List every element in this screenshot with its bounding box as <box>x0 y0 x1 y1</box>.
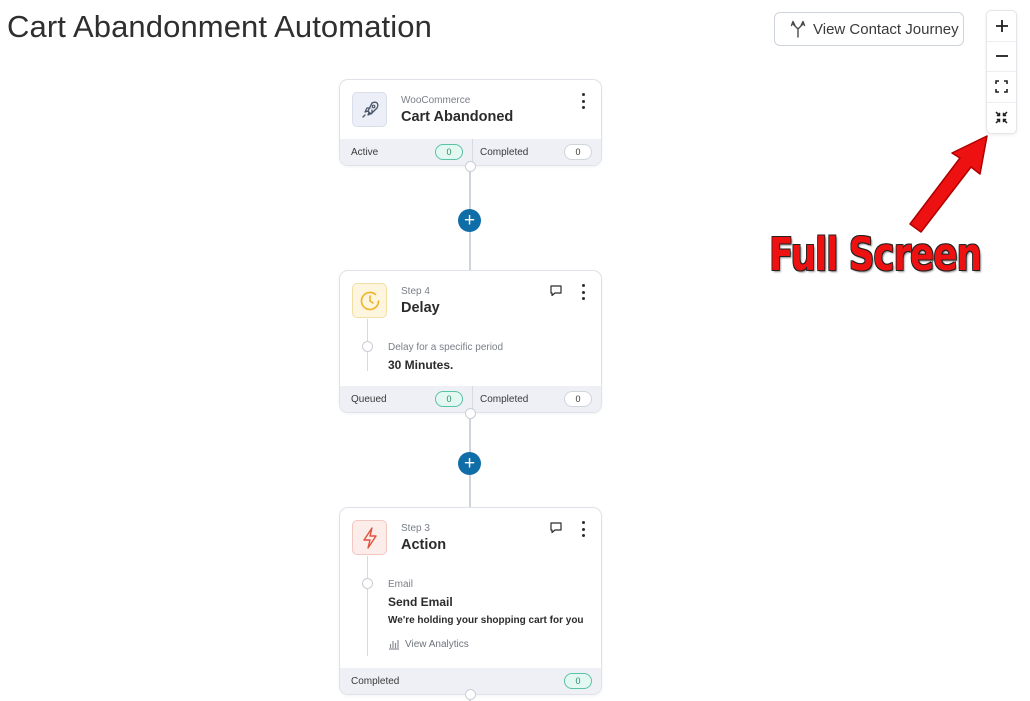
stat-completed: Completed 0 <box>472 139 601 165</box>
annotation-arrow <box>909 135 988 233</box>
action-channel-label: Email <box>388 579 414 590</box>
action-step-label: Step 3 <box>401 523 430 534</box>
connector-dot <box>465 161 476 172</box>
trigger-node[interactable]: WooCommerce Cart Abandoned Active 0 Comp… <box>339 79 602 166</box>
collapse-icon <box>995 111 1008 124</box>
delay-icon-box <box>352 283 387 318</box>
delay-step-label: Step 4 <box>401 286 430 297</box>
stat-count-badge[interactable]: 0 <box>564 673 592 689</box>
connector-dot <box>465 689 476 700</box>
more-options-icon[interactable] <box>579 521 587 537</box>
view-analytics-label: View Analytics <box>405 638 469 650</box>
stat-label: Completed <box>351 675 400 687</box>
stat-label: Completed <box>480 393 529 405</box>
annotation-label: Full Screen <box>769 228 982 281</box>
bolt-icon <box>362 526 377 549</box>
add-step-button[interactable]: + <box>458 452 481 475</box>
add-step-button[interactable]: + <box>458 209 481 232</box>
view-contact-journey-label: View Contact Journey <box>813 20 959 38</box>
zoom-out-button[interactable] <box>987 42 1016 72</box>
minus-icon <box>995 55 1008 58</box>
connector-dot <box>465 408 476 419</box>
plus-icon <box>995 19 1008 32</box>
delay-title: Delay <box>401 300 440 316</box>
trigger-icon-box <box>352 92 387 127</box>
rocket-icon <box>361 101 378 118</box>
action-title: Action <box>401 537 447 553</box>
stat-active: Active 0 <box>340 139 472 165</box>
comment-icon[interactable] <box>549 284 563 298</box>
stat-count-badge[interactable]: 0 <box>435 144 463 160</box>
trigger-title: Cart Abandoned <box>401 109 514 125</box>
more-options-icon[interactable] <box>579 284 587 300</box>
more-options-icon[interactable] <box>579 93 587 109</box>
page-title: Cart Abandonment Automation <box>7 9 432 44</box>
action-name: Send Email <box>388 595 453 609</box>
comment-icon[interactable] <box>549 521 563 535</box>
fit-view-button[interactable] <box>987 72 1016 103</box>
email-subject: We're holding your shopping cart for you <box>388 615 584 626</box>
action-icon-box <box>352 520 387 555</box>
zoom-in-button[interactable] <box>987 11 1016 42</box>
clock-icon <box>360 291 379 310</box>
detail-connector <box>367 556 368 656</box>
stat-completed: Completed 0 <box>472 386 601 412</box>
delay-duration: 30 Minutes. <box>388 358 454 372</box>
stat-count-badge[interactable]: 0 <box>564 144 592 160</box>
zoom-controls <box>986 10 1017 134</box>
trigger-source: WooCommerce <box>401 95 471 106</box>
view-analytics-link[interactable]: View Analytics <box>388 638 469 650</box>
stat-count-badge[interactable]: 0 <box>435 391 463 407</box>
fit-screen-icon <box>995 80 1008 94</box>
delay-detail-label: Delay for a specific period <box>388 342 504 353</box>
stat-label: Completed <box>480 146 529 158</box>
bar-chart-icon <box>389 640 399 650</box>
action-node[interactable]: Step 3 Action Email Send Email We're hol… <box>339 507 602 695</box>
fork-icon <box>789 20 807 38</box>
delay-node[interactable]: Step 4 Delay Delay for a specific period… <box>339 270 602 413</box>
view-contact-journey-button[interactable]: View Contact Journey <box>774 12 964 46</box>
stat-label: Queued <box>351 393 387 405</box>
stat-label: Active <box>351 146 379 158</box>
stat-count-badge[interactable]: 0 <box>564 391 592 407</box>
detail-dot <box>362 578 373 589</box>
detail-dot <box>362 341 373 352</box>
stat-queued: Queued 0 <box>340 386 472 412</box>
